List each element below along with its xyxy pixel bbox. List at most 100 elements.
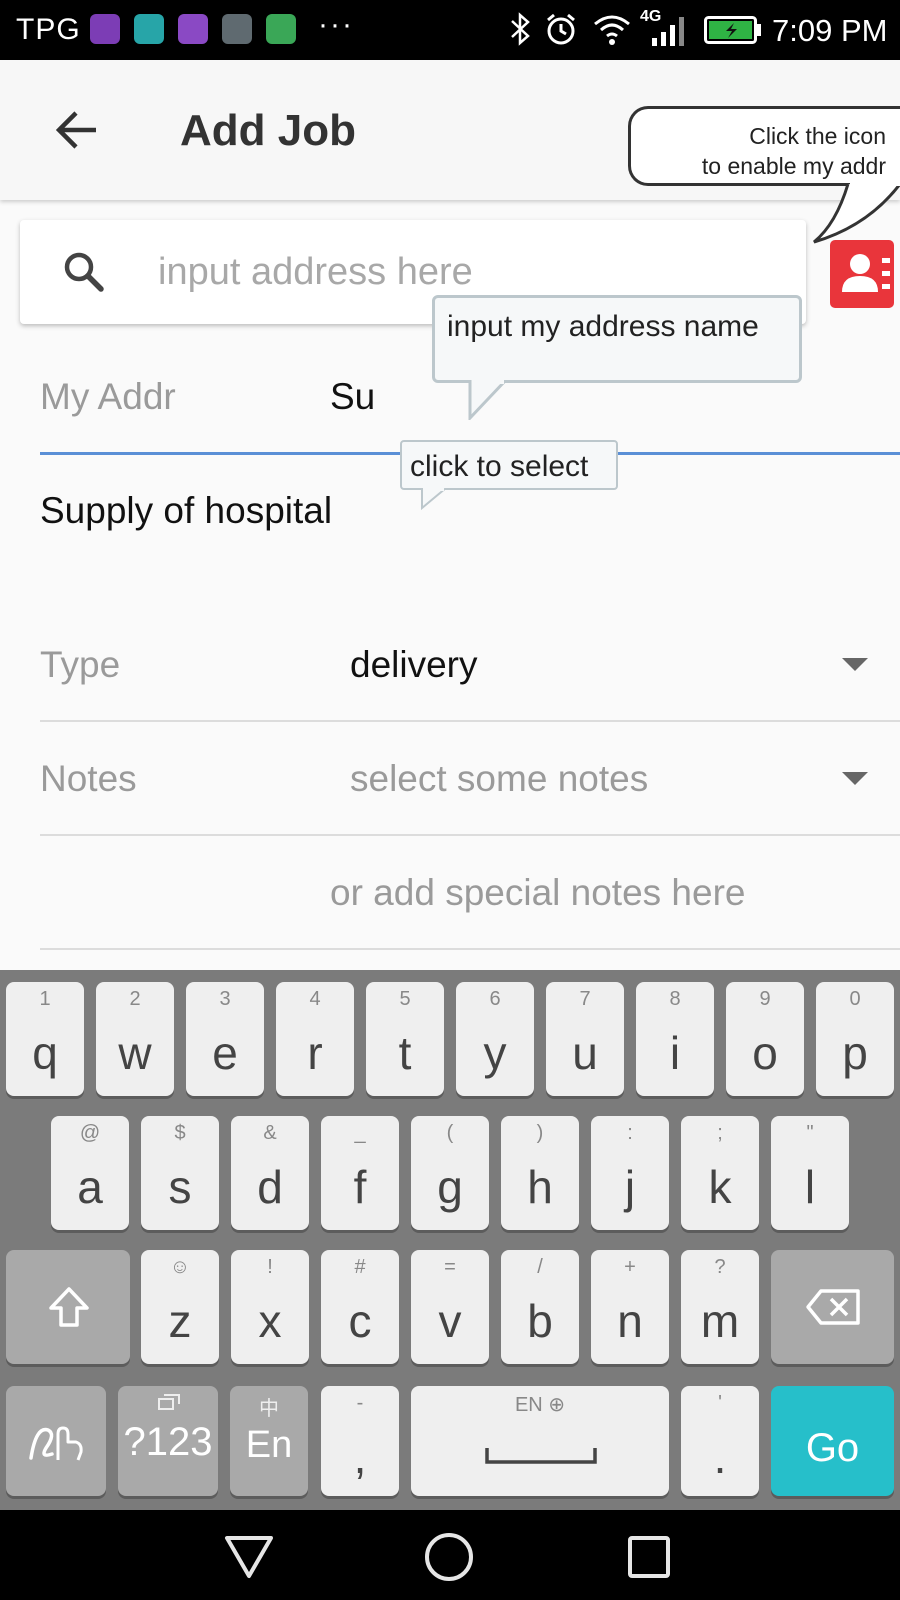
address-search-input[interactable] — [158, 242, 778, 302]
key-v[interactable]: = v — [411, 1250, 489, 1364]
key-hint: 1 — [39, 988, 51, 1010]
key-label: l — [804, 1161, 816, 1213]
key-h[interactable]: ) h — [501, 1116, 579, 1230]
key-hint: ☺ — [169, 1256, 191, 1278]
language-key[interactable]: 中 En — [230, 1386, 308, 1496]
key-o[interactable]: 9o — [726, 982, 804, 1096]
status-bar: TPG ··· 4G 7:09 PM — [0, 0, 900, 60]
battery-icon — [704, 16, 761, 44]
key-w[interactable]: 2w — [96, 982, 174, 1096]
comma-key[interactable]: - , — [321, 1386, 399, 1496]
type-label: Type — [40, 644, 121, 685]
key-hint: ? — [714, 1256, 726, 1278]
key-hint: 3 — [219, 988, 231, 1010]
special-notes-input[interactable]: or add special notes here — [330, 872, 746, 914]
bluetooth-icon — [511, 12, 530, 46]
notes-dropdown-arrow-icon[interactable] — [842, 772, 868, 785]
key-label: a — [77, 1161, 103, 1213]
key-i[interactable]: 8i — [636, 982, 714, 1096]
divider — [40, 948, 900, 950]
key-label: t — [398, 1027, 412, 1079]
tooltip-line: Click the icon — [749, 123, 886, 149]
key-c[interactable]: # c — [321, 1250, 399, 1364]
address-suggestion-item[interactable]: Supply of hospital — [40, 490, 332, 532]
my-addr-label: My Addr — [40, 376, 176, 417]
key-b[interactable]: / b — [501, 1250, 579, 1364]
key-hint: 7 — [579, 988, 591, 1010]
period-key[interactable]: ' . — [681, 1386, 759, 1496]
key-hint: ; — [717, 1122, 723, 1144]
nav-recents-button[interactable] — [622, 1530, 676, 1584]
key-label: x — [258, 1295, 282, 1347]
notes-label: Notes — [40, 758, 137, 799]
contact-book-icon — [842, 254, 890, 292]
key-hint: ' — [718, 1392, 722, 1414]
key-hint: & — [263, 1122, 277, 1144]
key-hint: 2 — [129, 988, 141, 1010]
handwriting-icon — [29, 1426, 83, 1461]
key-label: m — [700, 1295, 740, 1347]
key-hint: # — [354, 1256, 366, 1278]
key-q[interactable]: 1q — [6, 982, 84, 1096]
key-z[interactable]: ☺ z — [141, 1250, 219, 1364]
shift-key[interactable] — [6, 1250, 130, 1364]
symbols-key[interactable]: ?123 — [118, 1386, 218, 1496]
tooltip-tail — [468, 380, 508, 420]
key-label: q — [32, 1027, 58, 1079]
address-name-tooltip: input my address name — [432, 295, 802, 383]
key-label: v — [438, 1295, 462, 1347]
key-r[interactable]: 4r — [276, 982, 354, 1096]
keyboard-app-icon — [90, 14, 120, 44]
my-addr-input[interactable]: Su — [330, 376, 375, 418]
key-k[interactable]: ; k — [681, 1116, 759, 1230]
key-g[interactable]: (g — [411, 1116, 489, 1230]
key-s[interactable]: $ s — [141, 1116, 219, 1230]
key-l[interactable]: " l — [771, 1116, 849, 1230]
backspace-key[interactable] — [771, 1250, 894, 1364]
go-key[interactable]: Go — [771, 1386, 894, 1496]
key-j[interactable]: :j — [591, 1116, 669, 1230]
nav-home-button[interactable] — [422, 1530, 476, 1584]
search-icon — [64, 252, 104, 292]
address-book-button[interactable] — [830, 240, 894, 308]
key-label: ?123 — [123, 1420, 213, 1464]
key-n[interactable]: + n — [591, 1250, 669, 1364]
key-hint: _ — [354, 1122, 366, 1144]
key-label: r — [307, 1027, 323, 1079]
key-x[interactable]: ! x — [231, 1250, 309, 1364]
key-hint: " — [806, 1122, 814, 1144]
key-hint: 中 — [259, 1398, 279, 1420]
notes-select[interactable]: select some notes — [350, 758, 648, 800]
key-label: i — [669, 1027, 681, 1079]
key-label: z — [168, 1295, 192, 1347]
key-p[interactable]: 0p — [816, 982, 894, 1096]
key-hint: - — [356, 1392, 364, 1414]
key-t[interactable]: 5t — [366, 982, 444, 1096]
square-recents-icon — [628, 1536, 670, 1578]
key-m[interactable]: ? m — [681, 1250, 759, 1364]
key-label: y — [483, 1027, 507, 1079]
back-button[interactable] — [48, 100, 108, 160]
key-label: Go — [805, 1426, 860, 1470]
key-a[interactable]: @ a — [51, 1116, 129, 1230]
shield-app-icon — [222, 14, 252, 44]
key-y[interactable]: 6y — [456, 982, 534, 1096]
key-hint: $ — [174, 1122, 186, 1144]
backspace-icon — [806, 1289, 860, 1325]
key-e[interactable]: 3e — [186, 982, 264, 1096]
tooltip-tail — [813, 180, 900, 244]
key-d[interactable]: & d — [231, 1116, 309, 1230]
key-f[interactable]: _ f — [321, 1116, 399, 1230]
handwriting-key[interactable] — [6, 1386, 106, 1496]
nav-back-button[interactable] — [222, 1530, 276, 1584]
key-label: c — [348, 1295, 372, 1347]
type-dropdown-arrow-icon[interactable] — [842, 658, 868, 671]
key-label: b — [527, 1295, 553, 1347]
type-select[interactable]: delivery — [350, 644, 478, 686]
back-arrow-icon — [56, 111, 96, 149]
key-label: f — [353, 1161, 367, 1213]
space-key[interactable]: EN ⊕ — [411, 1386, 669, 1496]
signal-icon — [652, 17, 684, 46]
key-hint: 4 — [309, 988, 321, 1010]
key-u[interactable]: 7u — [546, 982, 624, 1096]
